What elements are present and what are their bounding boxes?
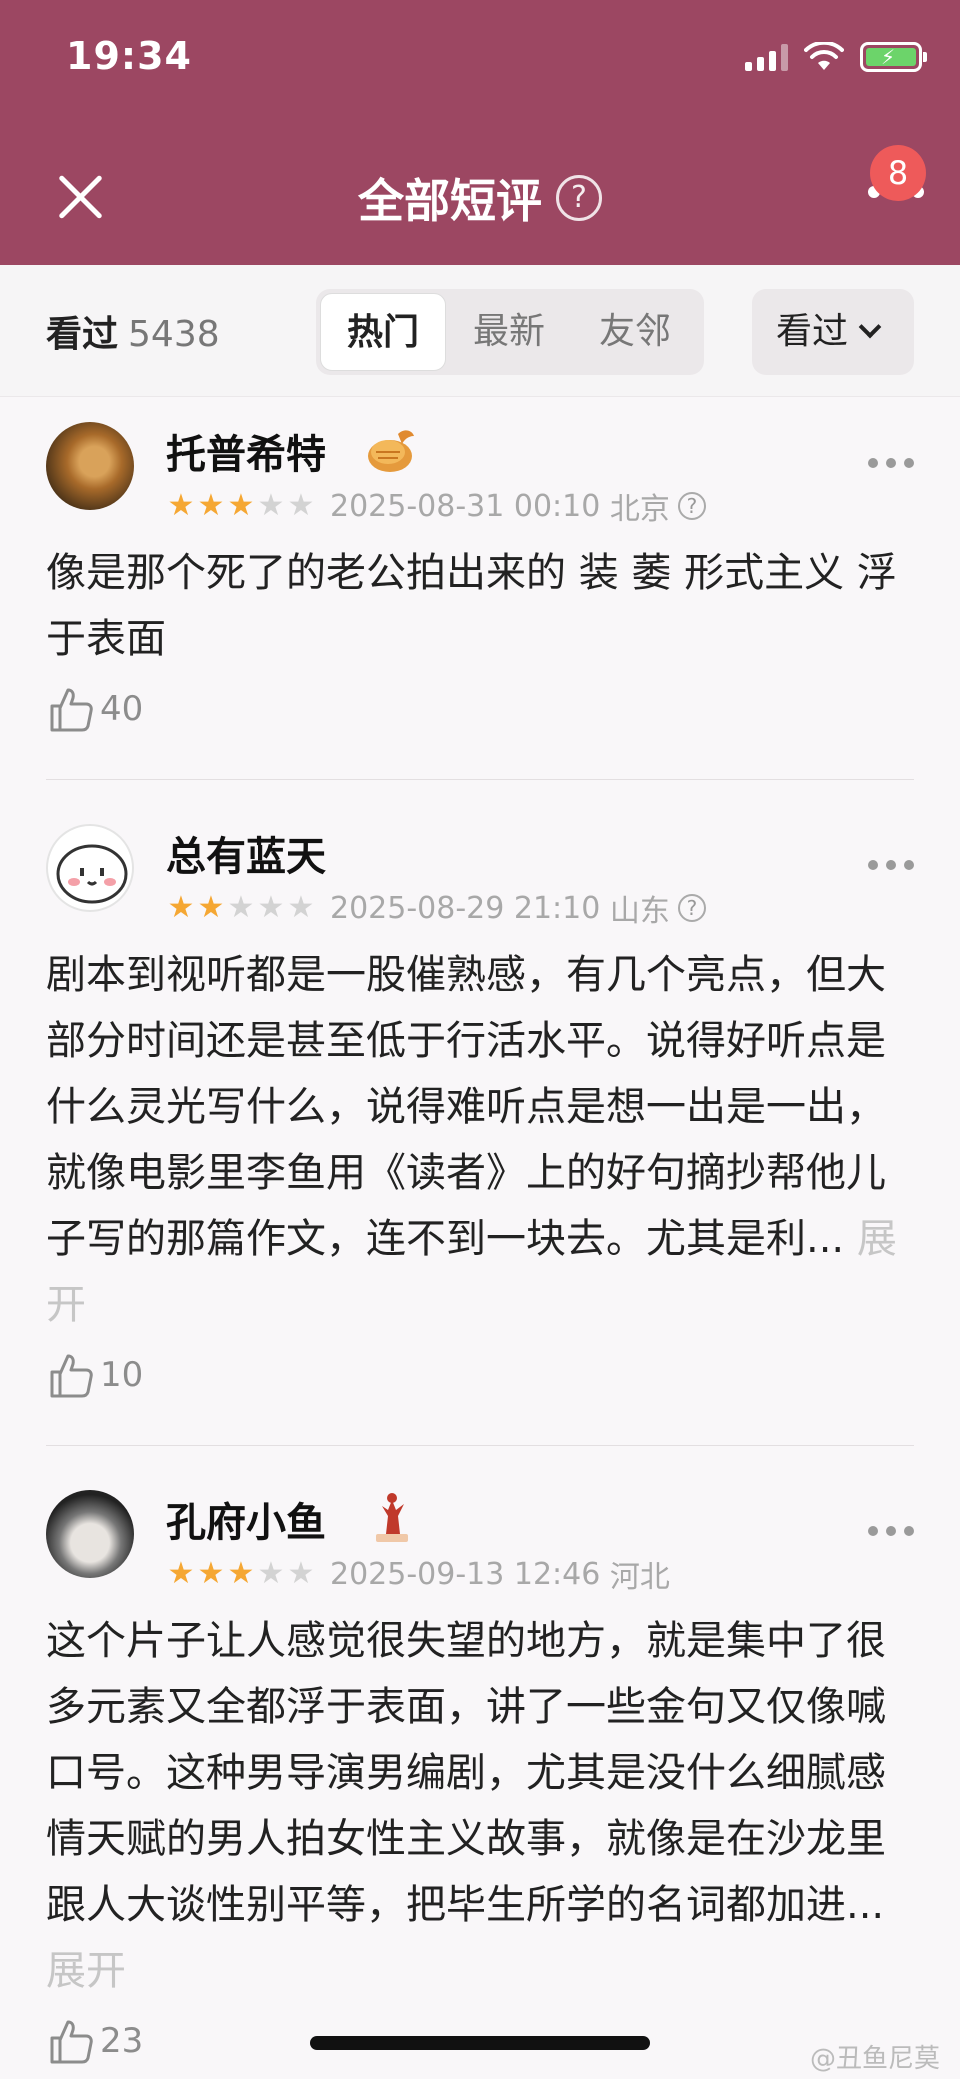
star-filled-icon: ★ [167,890,195,925]
thumbs-up-icon [50,2020,93,2064]
avatar[interactable] [46,824,134,912]
star-filled-icon: ★ [197,1556,225,1591]
username[interactable]: 总有蓝天 [166,824,326,882]
avatar[interactable] [46,1490,134,1578]
tab-friends[interactable]: 友邻 [572,293,698,371]
thumbs-up-icon [50,1354,93,1398]
rating-stars: ★ ★ ★ ★ ★ [166,893,316,923]
comment-body: 像是那个死了的老公拍出来的 装 萎 形式主义 浮于表面 [46,550,897,662]
filter-bar: 看过 5438 热门 最新 友邻 看过 [0,265,960,397]
comment-body: 剧本到视听都是一股催熟感，有几个亮点，但大部分时间还是甚至低于行活水平。说得好听… [46,952,886,1262]
status-icons: ⚡ [745,42,927,72]
home-indicator[interactable] [310,2036,650,2050]
comment-date: 2025-09-13 12:46 [330,1556,601,1592]
star-empty-icon: ★ [257,488,285,523]
comment-meta: ★ ★ ★ ★ ★ 2025-08-29 21:10 山东? [166,886,706,930]
tab-latest[interactable]: 最新 [446,293,572,371]
divider [46,1445,914,1446]
comment-date: 2025-08-29 21:10 [330,890,601,926]
cellular-signal-icon [745,43,788,71]
rating-stars: ★ ★ ★ ★ ★ [166,491,316,521]
help-icon[interactable]: ? [556,175,602,221]
comment-text: 像是那个死了的老公拍出来的 装 萎 形式主义 浮于表面 [46,540,914,672]
status-time: 19:34 [66,34,192,78]
status-dropdown[interactable]: 看过 [752,289,914,375]
comment-more-button[interactable] [868,860,914,870]
seen-count: 5438 [128,314,220,355]
star-filled-icon: ★ [167,1556,195,1591]
star-empty-icon: ★ [287,488,315,523]
like-button[interactable]: 10 [46,1350,143,1400]
notification-badge: 8 [870,145,926,201]
badge-statue-icon [376,1493,408,1542]
like-button[interactable]: 40 [46,684,143,734]
comment-text: 这个片子让人感觉很失望的地方，就是集中了很多元素又全都浮于表面，讲了一些金句又仅… [46,1608,914,2004]
like-count: 10 [100,1355,144,1395]
star-filled-icon: ★ [197,890,225,925]
watermark: @丑鱼尼莫 [809,2044,940,2074]
seen-summary: 看过 5438 [46,305,220,357]
tab-hot[interactable]: 热门 [320,293,446,371]
chevron-down-icon [858,315,882,339]
like-count: 23 [100,2021,144,2061]
comment-item: 总有蓝天 ★ ★ ★ ★ ★ 2025-08-29 21:10 山东? 剧本到视听都是一… [46,824,914,1446]
title-wrap: 全部短评? [0,165,960,231]
divider [46,779,914,780]
wifi-icon [804,42,844,70]
star-filled-icon: ★ [167,488,195,523]
rating-stars: ★ ★ ★ ★ ★ [166,1559,316,1589]
comment-text: 剧本到视听都是一股催熟感，有几个亮点，但大部分时间还是甚至低于行活水平。说得好听… [46,942,914,1338]
thumbs-up-icon [50,688,93,732]
comment-location: 山东 [609,894,670,929]
star-empty-icon: ★ [287,1556,315,1591]
comment-more-button[interactable] [868,458,914,468]
star-filled-icon: ★ [197,488,225,523]
like-count: 40 [100,689,144,729]
seen-label: 看过 [46,314,119,355]
star-filled-icon: ★ [227,488,255,523]
comment-more-button[interactable] [868,1526,914,1536]
location-help-icon[interactable]: ? [677,894,706,922]
comment-date: 2025-08-31 00:10 [330,488,601,524]
expand-link[interactable]: 展开 [46,1948,126,1994]
location-help-icon[interactable]: ? [677,492,706,520]
comment-meta: ★ ★ ★ ★ ★ 2025-08-31 00:10 北京? [166,484,706,528]
page-title: 全部短评 [358,174,542,228]
badge-medal-icon [368,430,414,472]
comment-item: 孔府小鱼 ★ ★ ★ ★ ★ 2025-09-13 12:46 河北 这个片子让人感觉很… [46,1490,914,2079]
battery-icon: ⚡ [860,42,927,72]
comment-location: 北京 [609,492,670,527]
star-empty-icon: ★ [227,890,255,925]
like-button[interactable]: 23 [46,2016,143,2066]
star-empty-icon: ★ [287,890,315,925]
comment-item: 托普希特 ★ ★ ★ ★ ★ 2025-08-31 00:10 北京? 像是那个死了的老… [46,422,914,780]
status-dropdown-label: 看过 [776,311,849,352]
star-filled-icon: ★ [227,1556,255,1591]
username[interactable]: 孔府小鱼 [166,1490,326,1548]
star-empty-icon: ★ [257,1556,285,1591]
comment-body: 这个片子让人感觉很失望的地方，就是集中了很多元素又全都浮于表面，讲了一些金句又仅… [46,1618,886,1928]
sort-tabs: 热门 最新 友邻 [316,289,704,375]
comment-location: 河北 [609,1560,670,1595]
app-header: 19:34 ⚡ 全部短评? 8 [0,0,960,265]
star-empty-icon: ★ [257,890,285,925]
username[interactable]: 托普希特 [166,422,326,480]
avatar[interactable] [46,422,134,510]
comment-meta: ★ ★ ★ ★ ★ 2025-09-13 12:46 河北 [166,1552,670,1596]
cartoon-face-icon [56,844,128,904]
